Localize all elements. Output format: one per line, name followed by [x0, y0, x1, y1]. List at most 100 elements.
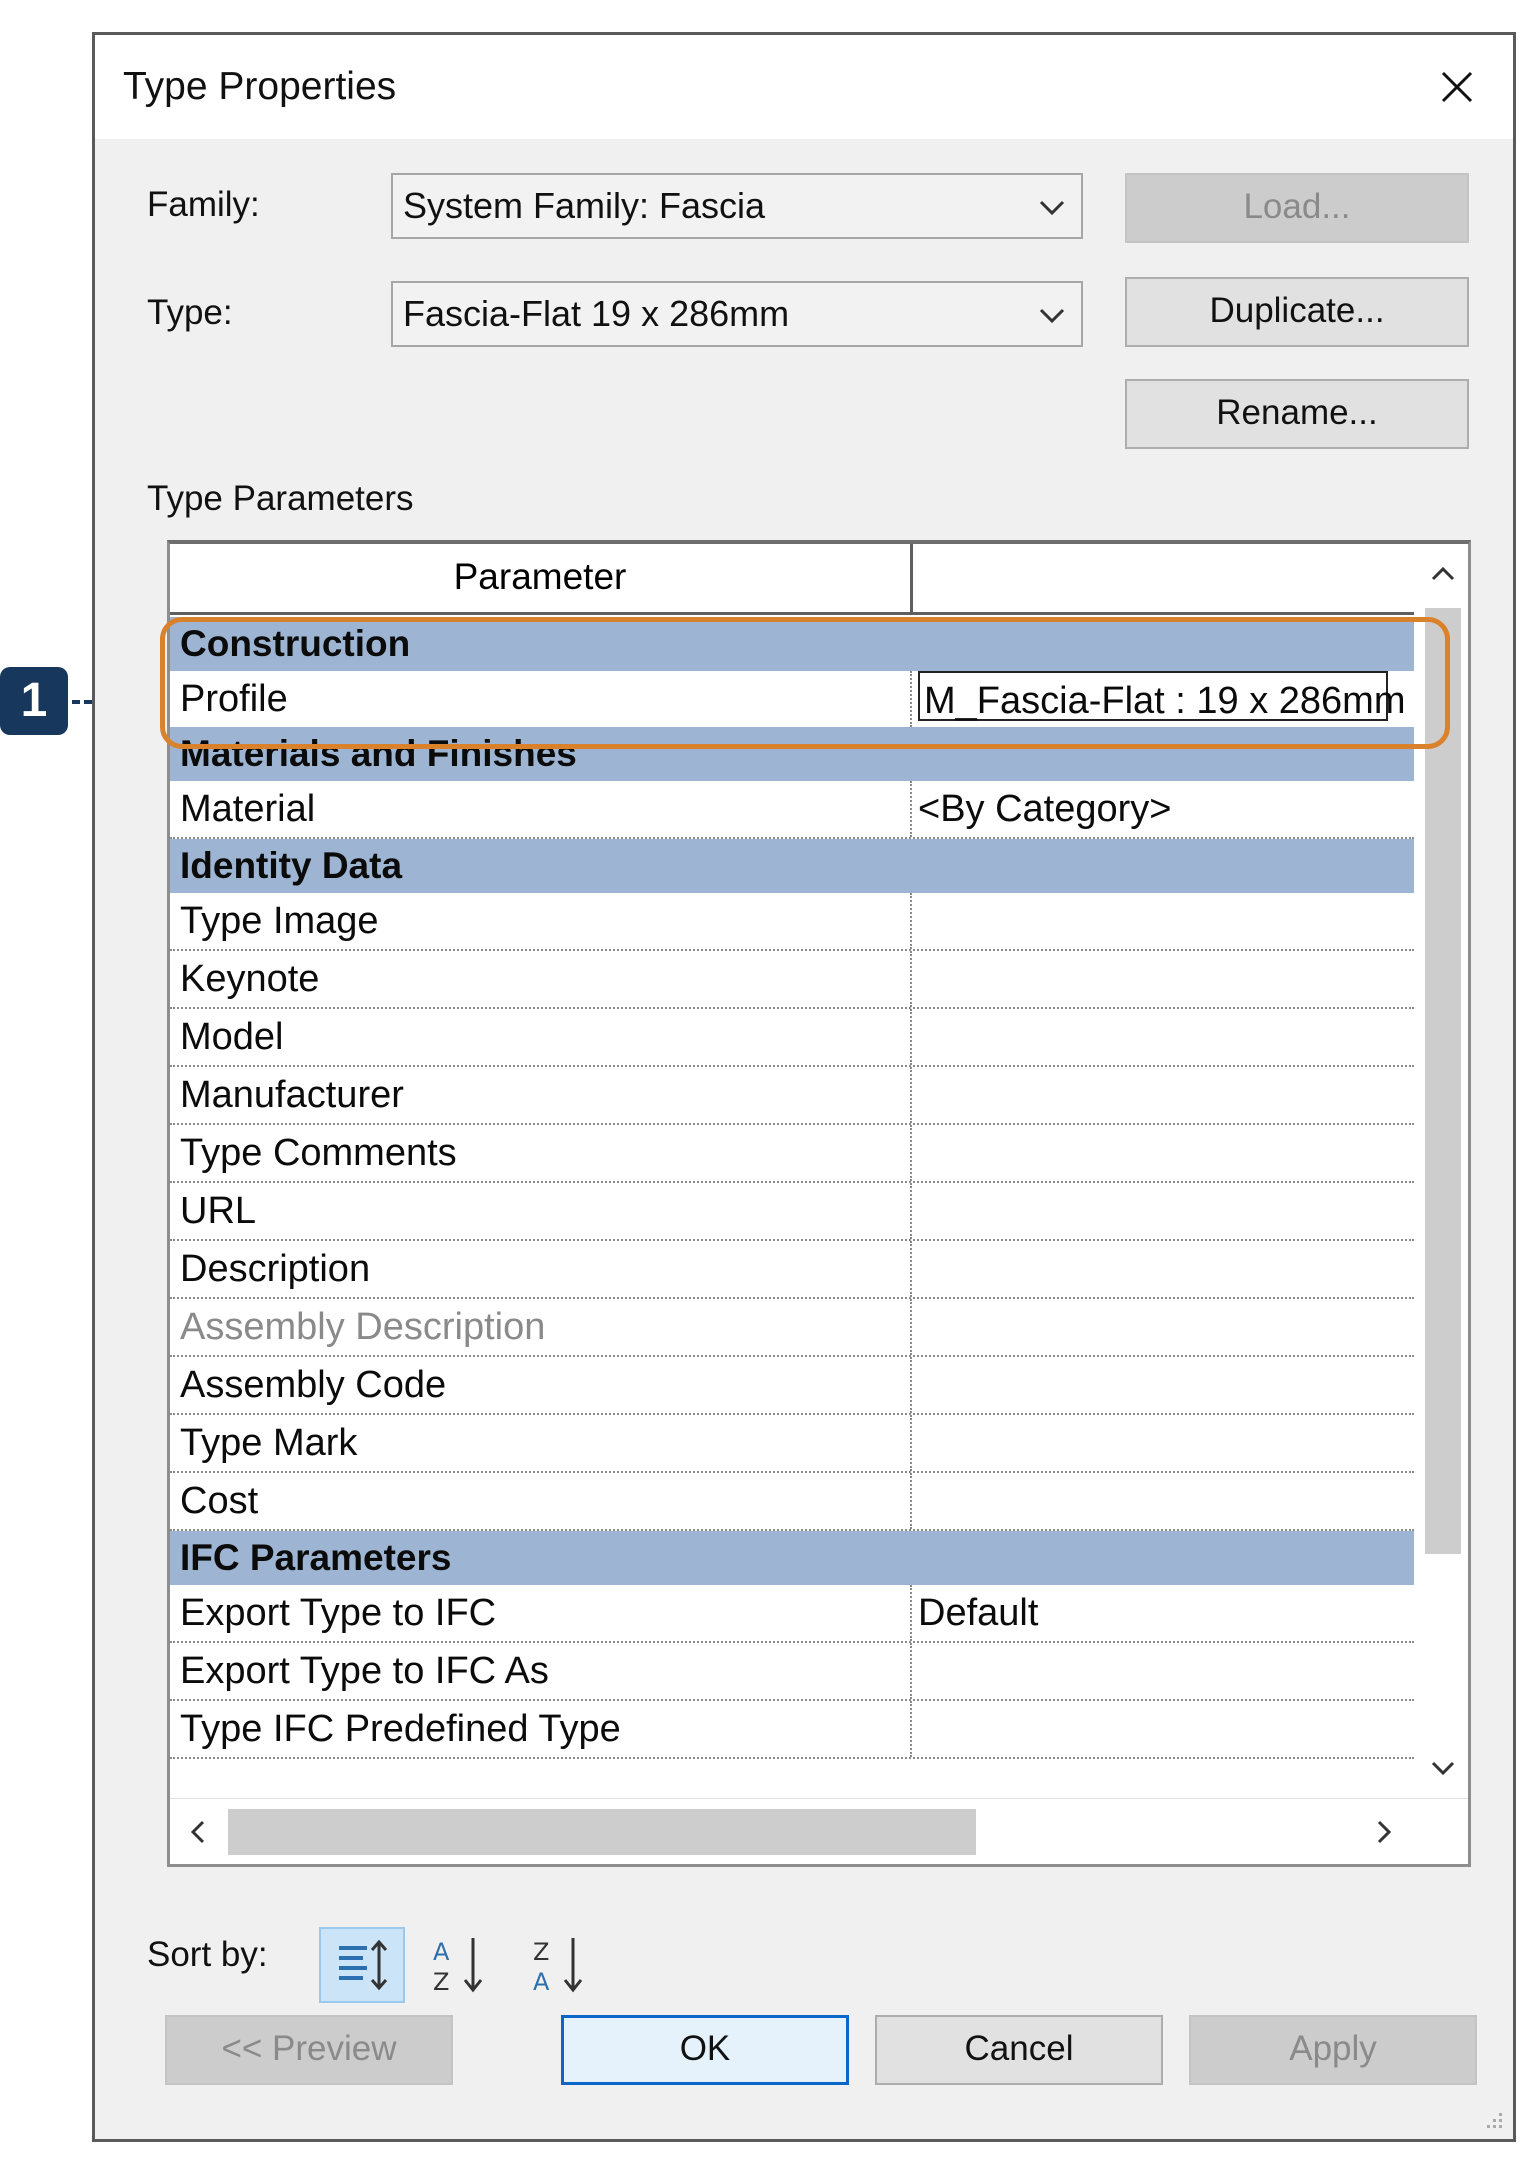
- construction-highlight-box: [160, 617, 1450, 749]
- parameter-value[interactable]: <By Category>: [918, 781, 1171, 837]
- svg-text:A: A: [433, 1938, 450, 1966]
- close-icon: [1441, 71, 1473, 103]
- type-parameters-label: Type Parameters: [147, 479, 414, 518]
- family-select-value: System Family: Fascia: [403, 185, 766, 226]
- parameter-row[interactable]: Assembly Description: [170, 1299, 1414, 1357]
- parameter-name: Assembly Description: [180, 1306, 546, 1348]
- header-value[interactable]: [913, 544, 1414, 612]
- column-separator: [910, 1585, 912, 1641]
- resize-grip-icon[interactable]: [1481, 2107, 1505, 2131]
- section-row[interactable]: Identity Data: [170, 839, 1414, 893]
- parameter-name: Type IFC Predefined Type: [180, 1708, 621, 1750]
- column-separator: [910, 893, 912, 949]
- scroll-down-button[interactable]: [1417, 1738, 1468, 1798]
- preview-button[interactable]: << Preview: [165, 2015, 453, 2085]
- type-select-value: Fascia-Flat 19 x 286mm: [403, 293, 790, 334]
- cancel-button[interactable]: Cancel: [875, 2015, 1163, 2085]
- parameter-row[interactable]: Keynote: [170, 951, 1414, 1009]
- chevron-down-icon: [1039, 308, 1065, 324]
- column-separator: [910, 781, 912, 837]
- sort-z-to-a-icon: Z A: [533, 1938, 583, 1996]
- scroll-right-button[interactable]: [1356, 1799, 1412, 1864]
- parameter-row[interactable]: Material <By Category>: [170, 781, 1414, 839]
- horizontal-scrollbar[interactable]: [170, 1798, 1468, 1864]
- scroll-up-button[interactable]: [1417, 544, 1468, 604]
- parameter-row[interactable]: Description: [170, 1241, 1414, 1299]
- column-separator: [910, 1299, 912, 1355]
- rename-button[interactable]: Rename...: [1125, 379, 1469, 449]
- parameter-name: URL: [180, 1190, 257, 1232]
- chevron-right-icon: [1377, 1820, 1392, 1844]
- parameter-row[interactable]: Model: [170, 1009, 1414, 1067]
- chevron-up-icon: [1431, 566, 1455, 581]
- parameter-name: Material: [180, 788, 316, 830]
- column-separator: [910, 1067, 912, 1123]
- sort-descending-button[interactable]: Z A: [515, 1927, 601, 2003]
- parameter-value[interactable]: Default: [918, 1585, 1038, 1641]
- grid-header: Parameter: [170, 544, 1414, 615]
- column-separator: [910, 1009, 912, 1065]
- parameter-name: Model: [180, 1016, 284, 1058]
- parameter-name: Cost: [180, 1480, 259, 1522]
- load-button[interactable]: Load...: [1125, 173, 1469, 243]
- svg-text:A: A: [533, 1968, 550, 1996]
- parameter-row[interactable]: Type Image: [170, 893, 1414, 951]
- family-select[interactable]: System Family: Fascia: [391, 173, 1083, 239]
- parameter-name: Type Comments: [180, 1132, 457, 1174]
- parameter-row[interactable]: Manufacturer: [170, 1067, 1414, 1125]
- vertical-scroll-thumb[interactable]: [1425, 608, 1461, 1554]
- column-separator: [910, 951, 912, 1007]
- column-separator: [910, 1183, 912, 1239]
- column-separator: [910, 1357, 912, 1413]
- close-button[interactable]: [1425, 55, 1489, 119]
- parameter-row[interactable]: URL: [170, 1183, 1414, 1241]
- parameter-name: Type Image: [180, 900, 379, 942]
- apply-button[interactable]: Apply: [1189, 2015, 1477, 2085]
- parameter-name: Export Type to IFC: [180, 1592, 497, 1634]
- parameter-name: Description: [180, 1248, 371, 1290]
- sort-ascending-button[interactable]: A Z: [415, 1927, 501, 2003]
- parameter-row[interactable]: Export Type to IFC As: [170, 1643, 1414, 1701]
- sort-grouped-icon: [339, 1939, 388, 1991]
- column-separator: [910, 1241, 912, 1297]
- type-label: Type:: [147, 293, 233, 332]
- parameter-name: Type Mark: [180, 1422, 358, 1464]
- svg-text:Z: Z: [533, 1938, 549, 1966]
- sort-a-to-z-icon: A Z: [433, 1938, 483, 1996]
- dialog-title: Type Properties: [123, 65, 397, 108]
- scroll-left-button[interactable]: [170, 1799, 226, 1864]
- chevron-left-icon: [190, 1820, 205, 1844]
- ok-button[interactable]: OK: [561, 2015, 849, 2085]
- type-select[interactable]: Fascia-Flat 19 x 286mm: [391, 281, 1083, 347]
- parameter-name: Keynote: [180, 958, 320, 1000]
- column-separator: [910, 1701, 912, 1757]
- parameter-name: Assembly Code: [180, 1364, 447, 1406]
- family-label: Family:: [147, 185, 260, 224]
- chevron-down-icon: [1431, 1761, 1455, 1776]
- header-parameter[interactable]: Parameter: [170, 544, 910, 612]
- chevron-down-icon: [1039, 200, 1065, 216]
- title-bar: Type Properties: [95, 35, 1513, 139]
- sort-by-label: Sort by:: [147, 1935, 268, 1974]
- section-label: IFC Parameters: [180, 1537, 452, 1578]
- parameter-row[interactable]: Cost: [170, 1473, 1414, 1531]
- parameter-row[interactable]: Type Comments: [170, 1125, 1414, 1183]
- callout-badge: 1: [0, 667, 68, 735]
- column-separator: [910, 1643, 912, 1699]
- svg-text:Z: Z: [433, 1968, 449, 1996]
- column-separator: [910, 1473, 912, 1529]
- horizontal-scroll-thumb[interactable]: [228, 1809, 976, 1855]
- section-row[interactable]: IFC Parameters: [170, 1531, 1414, 1585]
- parameter-name: Manufacturer: [180, 1074, 404, 1116]
- section-label: Identity Data: [180, 845, 403, 886]
- sort-by-group-button[interactable]: [319, 1927, 405, 2003]
- type-properties-dialog: Type Properties Family: System Family: F…: [92, 32, 1516, 2142]
- column-separator: [910, 1125, 912, 1181]
- parameter-name: Export Type to IFC As: [180, 1650, 549, 1692]
- duplicate-button[interactable]: Duplicate...: [1125, 277, 1469, 347]
- parameter-row[interactable]: Type Mark: [170, 1415, 1414, 1473]
- column-separator: [910, 1415, 912, 1471]
- parameter-row[interactable]: Export Type to IFC Default: [170, 1585, 1414, 1643]
- parameter-row[interactable]: Type IFC Predefined Type: [170, 1701, 1414, 1759]
- parameter-row[interactable]: Assembly Code: [170, 1357, 1414, 1415]
